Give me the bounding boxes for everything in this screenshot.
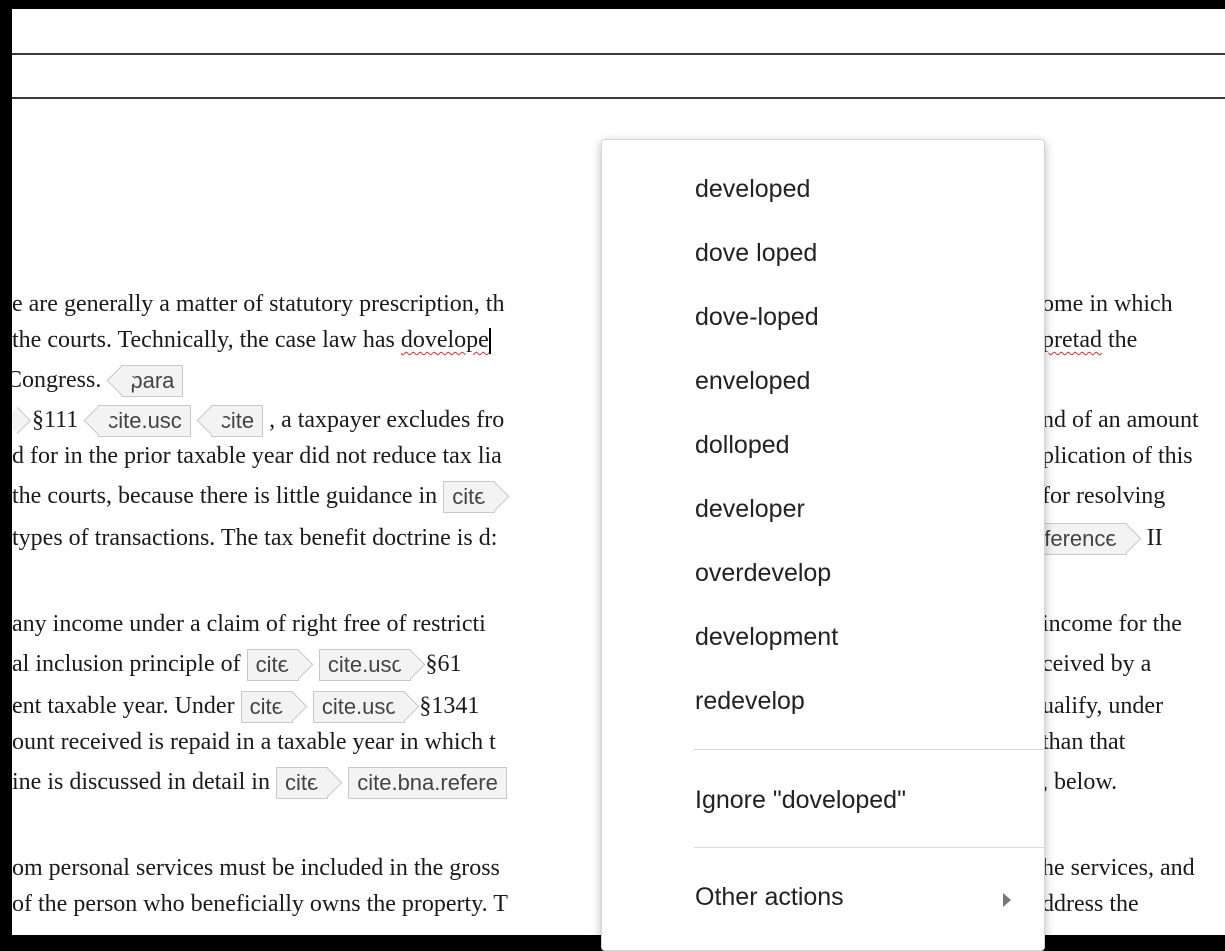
tag-fragment[interactable] (12, 406, 32, 436)
text-span: ent taxable year. Under (12, 693, 235, 719)
text-line: ount received is repaid in a taxable yea… (12, 729, 496, 755)
text-line: om personal services must be included in… (12, 855, 500, 881)
suggestion-item[interactable]: developed (695, 171, 810, 207)
text-line: he services, and (1042, 855, 1195, 881)
cite-usc-tag[interactable]: cite.usc (312, 691, 406, 724)
text-span: II (1146, 525, 1163, 551)
chevron-right-icon (1003, 893, 1011, 907)
suggestion-item[interactable]: enveloped (695, 363, 810, 399)
cite-tag[interactable]: cite (275, 767, 329, 800)
text-line: nd of an amount (1042, 407, 1199, 433)
suggestion-item[interactable]: dove loped (695, 235, 817, 271)
text-line: §111 cite.usc cite , a taxpayer excludes… (12, 405, 505, 438)
misspelled-word[interactable]: pretad (1042, 327, 1102, 353)
text-line: ome in which (1042, 291, 1173, 317)
text-line: d for in the prior taxable year did not … (12, 443, 502, 469)
text-line: plication of this (1042, 443, 1193, 469)
text-line: types of transactions. The tax benefit d… (12, 525, 498, 551)
text-line: than that (1042, 729, 1126, 755)
cite-tag[interactable]: cite (210, 405, 264, 438)
text-cursor (488, 328, 491, 355)
text-span: §111 (32, 407, 79, 433)
text-span: ine is discussed in detail in (12, 769, 270, 795)
cite-tag[interactable]: cite (443, 481, 496, 514)
text-line: income for the (1042, 611, 1182, 637)
text-line: , below. (1042, 769, 1118, 795)
menu-separator (694, 749, 1044, 750)
suggestion-item[interactable]: overdevelop (695, 555, 831, 591)
text-span: §1341 (419, 693, 480, 719)
cite-tag[interactable]: cite (246, 649, 299, 682)
text-span: , a taxpayer excludes fro (269, 407, 505, 433)
text-line: ent taxable year. Under cite cite.usc §13… (12, 691, 480, 724)
suggestion-item[interactable]: developer (695, 491, 805, 527)
text-span: al inclusion principle of (12, 651, 241, 677)
suggestion-item[interactable]: development (695, 619, 838, 655)
text-line: Congress. para (12, 365, 184, 398)
suggestion-item[interactable]: dolloped (695, 427, 790, 463)
cite-bna-reference-tag[interactable]: cite.bna.refere (348, 767, 507, 800)
text-line: the courts. Technically, the case law ha… (12, 325, 491, 355)
text-line: ddress the (1042, 891, 1139, 917)
text-line: ualify, under (1042, 693, 1164, 719)
menu-separator (694, 847, 1044, 848)
suggestion-item[interactable]: dove-loped (695, 299, 819, 335)
text-span: Congress. (12, 367, 102, 393)
text-line: any income under a claim of right free o… (12, 611, 486, 637)
text-line: for resolving (1042, 483, 1166, 509)
text-line: the courts, because there is little guid… (12, 481, 509, 514)
text-line: pretad the (1042, 325, 1137, 355)
misspelled-word[interactable]: dovelope (401, 327, 489, 353)
cite-tag[interactable]: cite (240, 691, 293, 724)
text-line: of the person who beneficially owns the … (12, 891, 508, 917)
suggestion-item[interactable]: redevelop (695, 683, 805, 719)
text-span: the courts. Technically, the case law ha… (12, 327, 401, 353)
cite-usc-tag[interactable]: cite.usc (318, 649, 412, 682)
text-span: the courts, because there is little guid… (12, 483, 438, 509)
text-line: ine is discussed in detail in cite cite.… (12, 767, 507, 800)
text-span: §61 (425, 651, 462, 677)
spellcheck-context-menu: developed dove loped dove-loped envelope… (601, 139, 1045, 951)
text-line: al inclusion principle of cite cite.usc §… (12, 649, 462, 682)
text-line: e are generally a matter of statutory pr… (12, 291, 505, 317)
para-tag[interactable]: para (121, 365, 184, 398)
ignore-word-item[interactable]: Ignore "doveloped" (695, 782, 906, 818)
cite-usc-tag[interactable]: cite.usc (98, 405, 191, 438)
text-span: the (1101, 327, 1138, 353)
other-actions-item[interactable]: Other actions (695, 879, 844, 915)
text-line: ceived by a (1042, 651, 1152, 677)
